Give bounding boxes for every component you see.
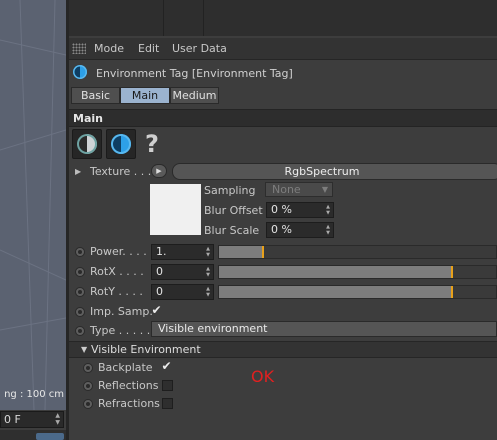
environment-tag-icon: [73, 65, 87, 79]
viewport-3d[interactable]: [0, 0, 66, 410]
tab-main[interactable]: Main: [120, 87, 170, 104]
reflections-checkbox[interactable]: [162, 380, 173, 391]
type-select[interactable]: Visible environment: [151, 321, 497, 337]
backplate-animate-radio[interactable]: [83, 363, 93, 373]
roty-slider[interactable]: [218, 285, 497, 299]
texture-menu-button[interactable]: ▶: [151, 164, 167, 178]
sampling-value: None: [272, 183, 301, 196]
help-icon[interactable]: ?: [145, 129, 159, 159]
menu-edit[interactable]: Edit: [138, 42, 159, 55]
blur-scale-label: Blur Scale: [204, 224, 260, 237]
roty-animate-radio[interactable]: [75, 287, 85, 297]
imp-samp-animate-radio[interactable]: [75, 307, 85, 317]
power-slider[interactable]: [218, 245, 497, 259]
rotx-animate-radio[interactable]: [75, 267, 85, 277]
texture-shader-field[interactable]: RgbSpectrum: [172, 163, 497, 180]
environment-blue-icon[interactable]: [106, 129, 136, 159]
texture-preview: [150, 184, 201, 235]
refractions-label: Refractions: [98, 397, 160, 410]
roty-value: 0: [156, 285, 163, 298]
blur-scale-field[interactable]: 0 % ▲ ▼: [266, 222, 334, 238]
sampling-label: Sampling: [204, 184, 256, 197]
stepper-arrows-icon[interactable]: ▲ ▼: [206, 246, 210, 258]
slider-rest: [453, 266, 496, 278]
blur-offset-field[interactable]: 0 % ▲ ▼: [266, 202, 334, 218]
imp-samp-label: Imp. Samp.: [90, 305, 153, 318]
objects-panel: [69, 0, 497, 36]
reflections-animate-radio[interactable]: [83, 381, 93, 391]
column-divider: [203, 0, 204, 36]
blur-scale-value: 0 %: [271, 223, 292, 236]
backplate-label: Backplate: [98, 361, 153, 374]
power-value: 1.: [156, 245, 167, 258]
stepper-arrows-icon[interactable]: ▲ ▼: [55, 412, 60, 426]
imp-samp-checkbox[interactable]: ✔: [151, 304, 162, 317]
grip-icon[interactable]: [72, 43, 86, 54]
ok-annotation: OK: [251, 367, 275, 386]
grid-spacing-readout: ng : 100 cm: [4, 389, 64, 400]
blur-offset-value: 0 %: [271, 203, 292, 216]
column-divider: [163, 0, 164, 36]
rotx-label: RotX . . . .: [90, 265, 144, 278]
roty-slider-fill: [219, 286, 452, 298]
sampling-select[interactable]: None ▼: [265, 182, 333, 197]
rotx-slider[interactable]: [218, 265, 497, 279]
type-label: Type . . . . .: [90, 324, 151, 337]
stepper-arrows-icon[interactable]: ▲ ▼: [206, 286, 210, 298]
rotx-value: 0: [156, 265, 163, 278]
roty-label: RotY . . . .: [90, 285, 143, 298]
frame-field-value: 0 F: [4, 413, 21, 426]
power-field[interactable]: 1. ▲ ▼: [151, 244, 214, 260]
power-animate-radio[interactable]: [75, 247, 85, 257]
refractions-animate-radio[interactable]: [83, 399, 93, 409]
object-title-row: Environment Tag [Environment Tag]: [69, 61, 497, 85]
power-label: Power. . . .: [90, 245, 147, 258]
section-main-title: Main: [73, 112, 103, 125]
texture-label: Texture . . .: [90, 165, 152, 178]
chevron-down-icon: ▼: [321, 185, 328, 194]
stepper-arrows-icon[interactable]: ▲ ▼: [326, 204, 330, 216]
power-slider-fill: [219, 246, 263, 258]
viewport-grid: [0, 0, 66, 410]
blur-offset-label: Blur Offset: [204, 204, 263, 217]
reflections-label: Reflections: [98, 379, 159, 392]
slider-rest: [453, 286, 496, 298]
stepper-arrows-icon[interactable]: ▲ ▼: [326, 224, 330, 236]
timeline-button[interactable]: [36, 433, 64, 440]
frame-field[interactable]: 0 F ▲ ▼: [0, 411, 64, 428]
slider-rest: [264, 246, 496, 258]
section-visible-environment-title: Visible Environment: [91, 343, 201, 356]
tab-basic[interactable]: Basic: [71, 87, 120, 104]
texture-expand-icon[interactable]: ▶: [75, 167, 81, 176]
backplate-checkbox[interactable]: ✔: [161, 360, 172, 373]
environment-grey-icon[interactable]: [72, 129, 102, 159]
roty-field[interactable]: 0 ▲ ▼: [151, 284, 214, 300]
tab-medium[interactable]: Medium: [170, 87, 219, 104]
object-title: Environment Tag [Environment Tag]: [96, 67, 293, 80]
rotx-field[interactable]: 0 ▲ ▼: [151, 264, 214, 280]
menu-mode[interactable]: Mode: [94, 42, 124, 55]
stepper-arrows-icon[interactable]: ▲ ▼: [206, 266, 210, 278]
rotx-slider-fill: [219, 266, 452, 278]
collapse-triangle-icon[interactable]: ▼: [81, 345, 87, 354]
refractions-checkbox[interactable]: [162, 398, 173, 409]
attribute-menu-bar: Mode Edit User Data: [69, 38, 497, 60]
type-animate-radio[interactable]: [75, 326, 85, 336]
section-main-header: Main: [69, 109, 497, 127]
menu-user-data[interactable]: User Data: [172, 42, 227, 55]
section-visible-environment-header[interactable]: ▼ Visible Environment: [69, 341, 497, 358]
